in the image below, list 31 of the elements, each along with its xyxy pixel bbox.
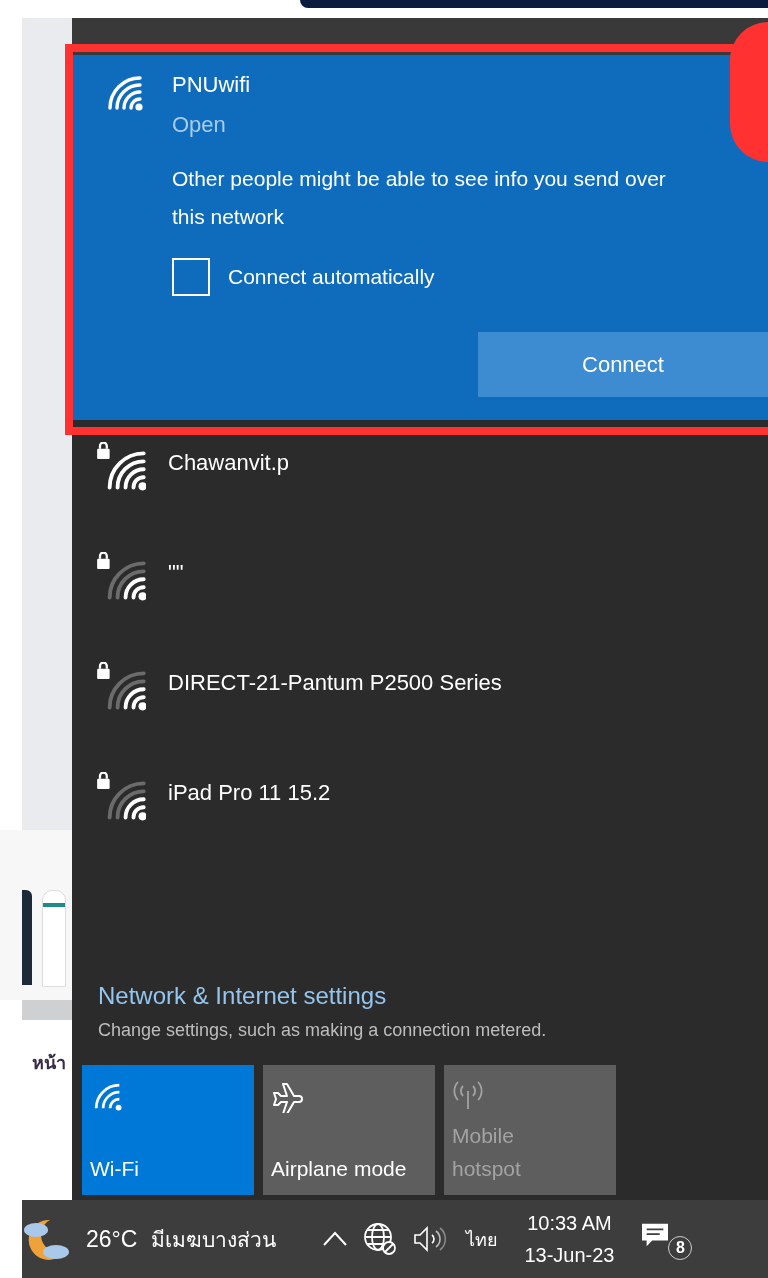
- network-name[interactable]: DIRECT-21-Pantum P2500 Series: [168, 668, 502, 698]
- locked-wifi-icon: [96, 552, 146, 602]
- clock-date: 13-Jun-23: [524, 1243, 615, 1268]
- network-status: Open: [172, 111, 227, 139]
- background-text: หน้า: [32, 1052, 66, 1073]
- background-toolbar: [22, 1000, 72, 1020]
- network-name[interactable]: "": [168, 558, 184, 588]
- checkbox-label[interactable]: Connect automatically: [228, 265, 435, 289]
- network-name[interactable]: Chawanvit.p: [168, 448, 290, 478]
- checkbox[interactable]: [172, 258, 210, 296]
- language-indicator[interactable]: ไทย: [466, 1224, 499, 1254]
- network-name: PNUwifi: [172, 71, 252, 99]
- quick-action-tile[interactable]: Wi-Fi: [82, 1065, 254, 1195]
- notification-icon[interactable]: [642, 1222, 669, 1248]
- settings-link[interactable]: Network & Internet settings: [98, 982, 387, 1010]
- locked-wifi-icon: [96, 772, 146, 822]
- security-warning: Other people might be able to see info you send over this network: [172, 166, 667, 230]
- globe-icon[interactable]: [362, 1221, 399, 1257]
- locked-wifi-icon: [96, 442, 146, 492]
- locked-wifi-icon: [96, 662, 146, 712]
- settings-description: Change settings, such as making a connection metered.: [98, 1020, 548, 1041]
- weather-condition[interactable]: มีเมฆบางส่วน: [151, 1222, 277, 1256]
- temperature[interactable]: 26°C: [86, 1225, 138, 1253]
- notification-count: 8: [668, 1236, 693, 1260]
- connect-button[interactable]: Connect: [478, 332, 768, 397]
- network-name[interactable]: iPad Pro 11 15.2: [168, 778, 331, 808]
- quick-action-tile[interactable]: Airplane mode: [263, 1065, 435, 1195]
- clock[interactable]: 10:33 AM 13-Jun-23: [524, 1207, 615, 1271]
- antenna-icon: [452, 1079, 484, 1111]
- speaker-icon[interactable]: [412, 1224, 449, 1254]
- clock-time: 10:33 AM: [527, 1211, 612, 1236]
